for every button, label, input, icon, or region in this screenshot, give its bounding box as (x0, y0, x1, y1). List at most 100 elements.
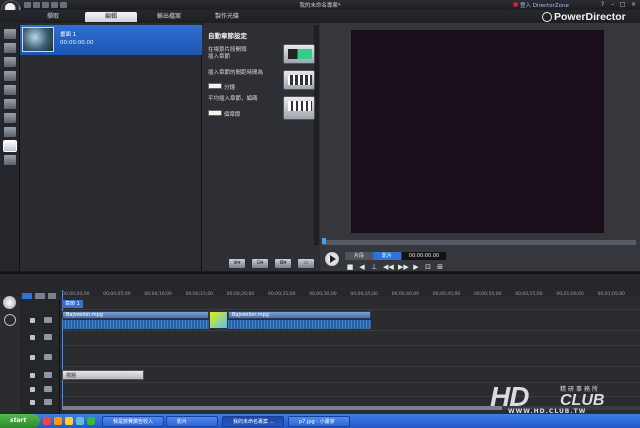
voice-track-icon[interactable] (44, 386, 52, 392)
magic-tool-icon[interactable] (4, 314, 16, 326)
quick-launch-icon[interactable] (76, 417, 84, 425)
taskbar-item-active[interactable]: 我的未命名專案 ... (222, 416, 284, 427)
close-button[interactable]: × (629, 1, 638, 8)
track-divider (60, 345, 640, 346)
effect-room-icon[interactable] (4, 43, 16, 53)
track-lock-icon[interactable] (30, 355, 35, 360)
title-track-icon[interactable] (44, 372, 52, 378)
add-chapter-button[interactable]: ⊕▾ (229, 259, 245, 268)
start-button[interactable]: start (0, 414, 40, 428)
track-lock-icon[interactable] (30, 318, 35, 323)
quick-launch-icon[interactable] (54, 417, 62, 425)
insert-by-interval-button[interactable] (283, 70, 315, 90)
scrub-handle[interactable] (322, 238, 326, 244)
title-clip[interactable]: 標題 (62, 370, 144, 380)
transition-clip[interactable] (209, 311, 228, 329)
library-item-thumbnail[interactable] (22, 27, 54, 52)
ruler-tick-label: 00;00;55;00 (515, 292, 543, 297)
chapter-count-input[interactable] (208, 110, 222, 116)
ruler-tick-label: 00;00;50;00 (474, 292, 502, 297)
minimize-button[interactable]: – (608, 1, 617, 8)
split-icon[interactable]: ⊥ (370, 263, 378, 271)
track-divider (60, 382, 640, 383)
track-divider (60, 330, 640, 331)
track-lock-icon[interactable] (30, 335, 35, 340)
clip-mode-button[interactable]: 片段 (345, 252, 373, 260)
track-lock-icon[interactable] (30, 373, 35, 378)
clear-chapter-button[interactable]: ⊠▾ (275, 259, 291, 268)
watermark-hd: HD (490, 381, 529, 412)
track-divider (60, 396, 640, 397)
pip-room-icon[interactable] (4, 57, 16, 67)
library-panel (20, 23, 202, 271)
interval-minutes-input[interactable] (208, 83, 222, 89)
stop-icon[interactable]: ■ (346, 263, 354, 271)
transition-room-icon[interactable] (4, 99, 16, 109)
chapter-thumbnail-button[interactable]: ▭ (298, 259, 314, 268)
insert-evenly-button[interactable] (283, 96, 315, 120)
tab-capture[interactable]: 擷取 (27, 12, 79, 22)
help-button[interactable]: ? (598, 1, 607, 8)
ruler-tick-label: 00;00;05;00 (103, 292, 131, 297)
quick-launch-icon[interactable] (87, 417, 95, 425)
video-clip[interactable]: Bajvesion.mpg (62, 311, 209, 319)
brand-name: PowerDirector (554, 11, 626, 23)
audio-waveform[interactable] (228, 320, 371, 329)
quick-launch-icon[interactable] (43, 417, 51, 425)
ruler-tick-label: 00;00;40;00 (391, 292, 420, 297)
title-room-icon[interactable] (4, 85, 16, 95)
scene-chapter-label: 在場景片段開頭 插入章節 (208, 47, 247, 60)
taskbar-item[interactable]: 我是旅費廣告收入 (102, 416, 164, 427)
ruler-tick-label: 00;00;15;00 (185, 292, 214, 297)
taskbar-item[interactable]: 影片 (166, 416, 218, 427)
chapter-count-unit-label: 個章節 (224, 112, 241, 118)
next-frame-icon[interactable]: ▶ (412, 263, 420, 271)
audio-waveform[interactable] (62, 320, 209, 329)
video-track-icon[interactable] (44, 317, 52, 323)
audio-mixing-room-icon[interactable] (4, 113, 16, 123)
preview-timecode[interactable]: 00:00:00.00 (402, 252, 446, 260)
directorzone-login-link[interactable]: 登入 DirectorZone (520, 1, 569, 9)
movie-mode-button[interactable]: 影片 (373, 252, 401, 260)
preview-scrub-bar[interactable] (322, 240, 636, 245)
title-clip-name: 標題 (66, 373, 77, 379)
pip-track-icon[interactable] (44, 354, 52, 360)
timeline-view-icon[interactable] (3, 296, 16, 309)
effect-track-icon[interactable] (44, 334, 52, 340)
ruler-tick-label: 00;00;30;00 (309, 292, 337, 297)
interval-unit-label: 分鐘 (224, 85, 236, 91)
snapshot-icon[interactable]: ⊡ (424, 263, 432, 271)
chapter-marker[interactable]: 章節 1 (62, 300, 83, 308)
particle-room-icon[interactable] (4, 71, 16, 81)
track-lock-icon[interactable] (30, 387, 35, 392)
tab-create-disc[interactable]: 製作光碟 (201, 12, 253, 22)
insert-at-scene-button[interactable] (283, 44, 315, 64)
fullscreen-icon[interactable]: ⊞ (436, 263, 444, 271)
track-divider (60, 366, 640, 367)
chapter-room-icon[interactable] (3, 140, 17, 152)
voice-over-room-icon[interactable] (4, 127, 16, 137)
tab-produce[interactable]: 輸出檔案 (143, 12, 195, 22)
quick-launch-icon[interactable] (65, 417, 73, 425)
ruler-tick-label: 00;00;45;00 (432, 292, 461, 297)
video-clip[interactable]: Bajvesion.mpg (228, 311, 371, 319)
rewind-icon[interactable]: ◀◀ (383, 263, 394, 271)
play-icon (330, 255, 336, 263)
taskbar-item[interactable]: p7.jpg - 小畫家 (288, 416, 350, 427)
preview-window (351, 30, 604, 233)
previous-frame-icon[interactable]: ◀ (358, 263, 366, 271)
media-room-icon[interactable] (4, 29, 16, 39)
track-headers (20, 299, 60, 414)
fast-forward-icon[interactable]: ▶▶ (398, 263, 409, 271)
track-lock-icon[interactable] (30, 400, 35, 405)
tab-edit[interactable]: 編輯 (85, 12, 137, 22)
track-divider (60, 309, 640, 310)
remove-chapter-button[interactable]: ⊟▾ (252, 259, 268, 268)
music-track-icon[interactable] (44, 399, 52, 405)
subtitle-room-icon[interactable] (4, 155, 16, 165)
library-item-duration: 00:00:00.00 (60, 40, 94, 46)
timeline-scrollbar-thumb[interactable] (62, 406, 502, 410)
timeline-cursor[interactable] (62, 290, 63, 410)
maximize-button[interactable]: □ (618, 1, 627, 8)
ruler-tick-label: 00;01;00;00 (556, 292, 584, 297)
